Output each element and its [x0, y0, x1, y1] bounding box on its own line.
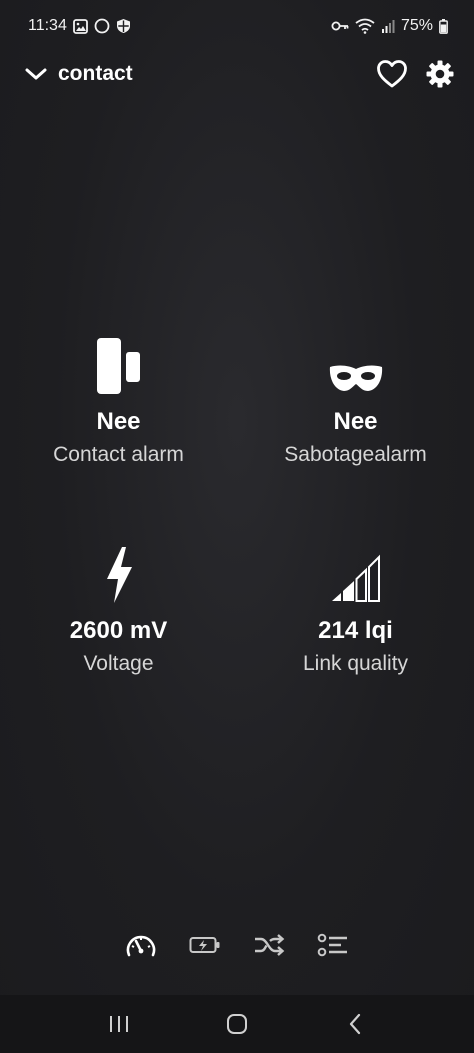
shuffle-icon[interactable]: [251, 927, 287, 963]
sabotage-alarm-label: Sabotagealarm: [284, 443, 427, 466]
circle-icon: [94, 18, 110, 34]
header-left: contact: [24, 62, 133, 86]
recent-apps-icon[interactable]: [99, 1004, 139, 1044]
tile-voltage[interactable]: 2600 mV Voltage: [0, 541, 237, 677]
battery-charging-icon[interactable]: [187, 927, 223, 963]
voltage-value: 2600 mV: [69, 617, 168, 644]
contact-alarm-label: Contact alarm: [53, 443, 184, 466]
status-bar-right: 75%: [331, 17, 448, 35]
link-quality-value: 214 lqi: [318, 617, 393, 644]
contact-alarm-value: Nee: [96, 408, 141, 435]
tile-contact-alarm[interactable]: Nee Contact alarm: [0, 332, 237, 468]
navigation-bar: [0, 995, 474, 1053]
header: contact: [0, 52, 474, 96]
door-contact-icon: [96, 332, 142, 394]
tile-link-quality[interactable]: 214 lqi Link quality: [237, 541, 474, 677]
gear-icon[interactable]: [426, 60, 454, 88]
back-icon[interactable]: [335, 1004, 375, 1044]
tile-sabotage-alarm[interactable]: Nee Sabotagealarm: [237, 332, 474, 468]
home-icon[interactable]: [217, 1004, 257, 1044]
key-icon: [331, 20, 349, 32]
status-bar-left: 11:34: [28, 17, 131, 35]
signal-icon: [381, 19, 395, 34]
heart-icon[interactable]: [376, 59, 408, 89]
shield-icon: [116, 18, 131, 34]
lightning-icon: [104, 541, 134, 603]
status-bar: 11:34 75%: [0, 0, 474, 52]
mask-icon: [328, 332, 384, 394]
link-quality-label: Link quality: [302, 652, 409, 675]
list-icon[interactable]: [315, 927, 351, 963]
gallery-icon: [72, 18, 88, 34]
wifi-icon: [355, 18, 375, 34]
sabotage-alarm-value: Nee: [333, 408, 378, 435]
chevron-down-icon[interactable]: [24, 66, 48, 82]
status-time: 11:34: [28, 17, 67, 34]
signal-bars-icon: [330, 541, 382, 603]
battery-percent: 75%: [400, 17, 433, 34]
bottom-tabs: [0, 925, 474, 965]
page-title: contact: [58, 62, 133, 85]
voltage-label: Voltage: [83, 652, 154, 675]
header-actions: [376, 59, 454, 89]
battery-icon: [439, 18, 448, 34]
gauge-icon[interactable]: [123, 927, 159, 963]
